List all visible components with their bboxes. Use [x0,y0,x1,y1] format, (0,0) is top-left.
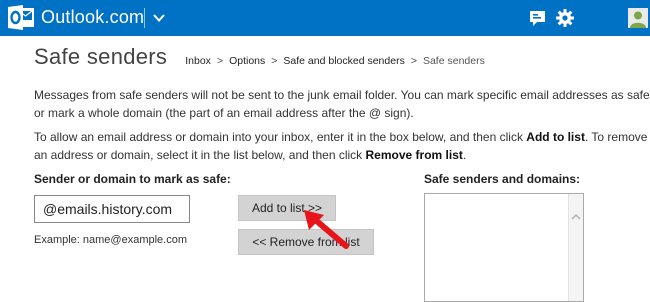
howto-line-2: an address or domain, select it in the l… [34,146,650,164]
breadcrumb-inbox[interactable]: Inbox [185,55,211,67]
safe-list-label: Safe senders and domains: [424,172,581,186]
brand-divider [144,8,145,28]
breadcrumb-options[interactable]: Options [229,55,265,67]
intro-line-1: Messages from safe senders will not be s… [34,88,650,102]
howto-text: an address or domain, select it in the l… [34,148,366,162]
howto-text: . [462,148,467,162]
intro-line-2: or mark a whole domain (the part of an e… [34,106,414,120]
brand-name: Outlook.com [41,7,145,27]
breadcrumb: Inbox > Options > Safe and blocked sende… [185,55,485,67]
top-bar: Outlook.com [0,0,650,36]
breadcrumb-separator: > [410,55,417,67]
red-arrow-icon [296,208,360,260]
remove-from-list-mention: Remove from list [365,148,463,162]
breadcrumb-separator: > [216,55,224,67]
page-title: Safe senders [34,44,168,69]
howto-text: To allow an email address or domain into… [34,130,527,144]
breadcrumb-current: Safe senders [422,55,485,67]
gear-icon[interactable] [555,8,575,28]
breadcrumb-safe-and-blocked[interactable]: Safe and blocked senders [283,55,404,67]
title-row: Safe senders Inbox > Options > Safe and … [34,44,485,70]
messaging-icon[interactable] [528,8,548,28]
sender-input[interactable] [34,195,190,223]
chevron-down-icon[interactable] [151,10,167,26]
safe-senders-list[interactable] [424,193,584,302]
example-hint: Example: name@example.com [34,234,188,246]
add-to-list-mention: Add to list [526,130,585,144]
breadcrumb-separator: > [271,55,278,67]
list-scrollbar[interactable] [568,194,583,301]
intro-paragraph: Messages from safe senders will not be s… [34,86,650,122]
brand[interactable]: Outlook.com [8,5,144,30]
howto-paragraph: To allow an email address or domain into… [34,128,650,164]
outlook-logo-icon [8,5,35,30]
howto-text: . To remove [584,130,648,144]
avatar[interactable] [628,8,648,28]
sender-label: Sender or domain to mark as safe: [34,172,231,186]
scroll-up-icon[interactable] [570,208,582,220]
howto-line-1: To allow an email address or domain into… [34,128,650,146]
